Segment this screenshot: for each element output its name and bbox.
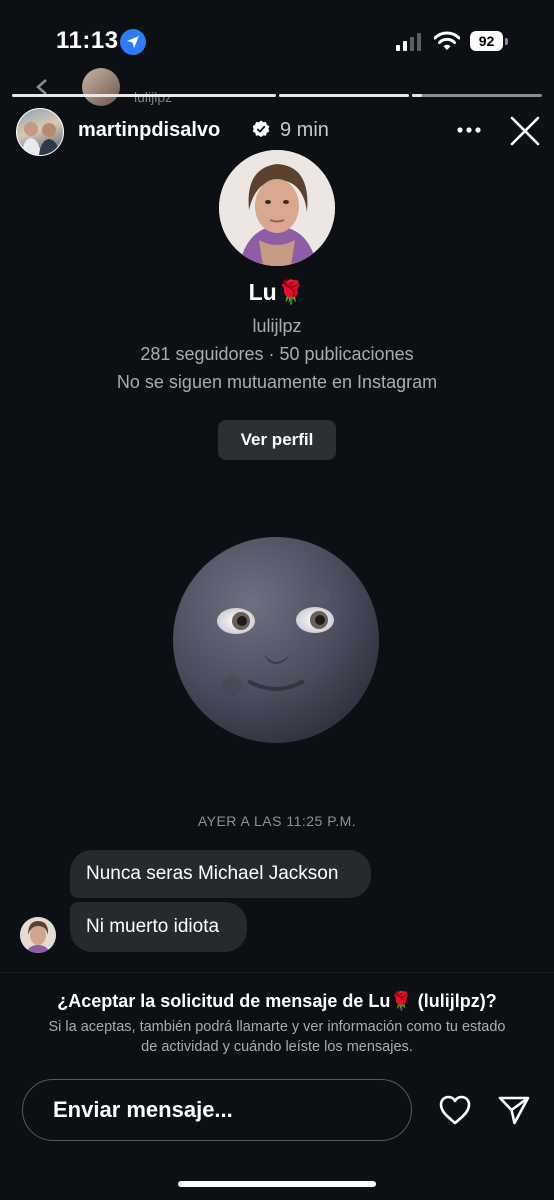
battery-level: 92 xyxy=(478,33,495,49)
message-bubble[interactable]: Ni muerto idiota xyxy=(70,902,247,952)
profile-name: Lu🌹 xyxy=(248,279,306,305)
home-indicator xyxy=(178,1181,376,1187)
profile-mutual-status: No se siguen mutuamente en Instagram xyxy=(116,372,438,392)
story-progress-segment xyxy=(279,94,409,97)
message-request-description: Si la aceptas, también podrá llamarte y … xyxy=(48,1019,506,1055)
sender-avatar[interactable] xyxy=(20,917,56,953)
battery-icon: 92 xyxy=(470,31,508,51)
story-progress-segment xyxy=(12,94,276,97)
message-request-title: ¿Aceptar la solicitud de mensaje de Lu🌹 … xyxy=(57,991,497,1011)
divider xyxy=(0,972,554,973)
story-progress-segment xyxy=(412,94,542,97)
verified-badge-icon xyxy=(252,120,270,138)
profile-stats: 281 seguidores · 50 publicaciones xyxy=(140,344,414,364)
profile-handle: lulijlpz xyxy=(252,316,302,336)
location-arrow-icon xyxy=(120,29,146,55)
more-options-icon[interactable] xyxy=(456,126,482,134)
cellular-signal-icon xyxy=(396,33,421,51)
story-author-username[interactable]: martinpdisalvo xyxy=(78,119,220,142)
story-author-avatar[interactable] xyxy=(16,108,64,156)
wifi-icon xyxy=(434,31,460,50)
peek-avatar xyxy=(82,68,120,106)
send-icon[interactable] xyxy=(497,1093,531,1127)
message-bubble[interactable]: Nunca seras Michael Jackson xyxy=(70,850,371,898)
peek-username: lulijlpz xyxy=(134,89,173,105)
story-time-ago: 9 min xyxy=(280,119,329,141)
close-icon[interactable] xyxy=(508,114,542,148)
status-time: 11:13 xyxy=(56,27,119,54)
heart-icon[interactable] xyxy=(438,1094,472,1126)
view-profile-button[interactable]: Ver perfil xyxy=(218,420,336,460)
new-moon-face-emoji xyxy=(173,537,379,743)
message-input[interactable]: Enviar mensaje... xyxy=(22,1079,412,1141)
message-timestamp: AYER A LAS 11:25 P.M. xyxy=(197,813,357,829)
profile-photo[interactable] xyxy=(219,150,335,266)
